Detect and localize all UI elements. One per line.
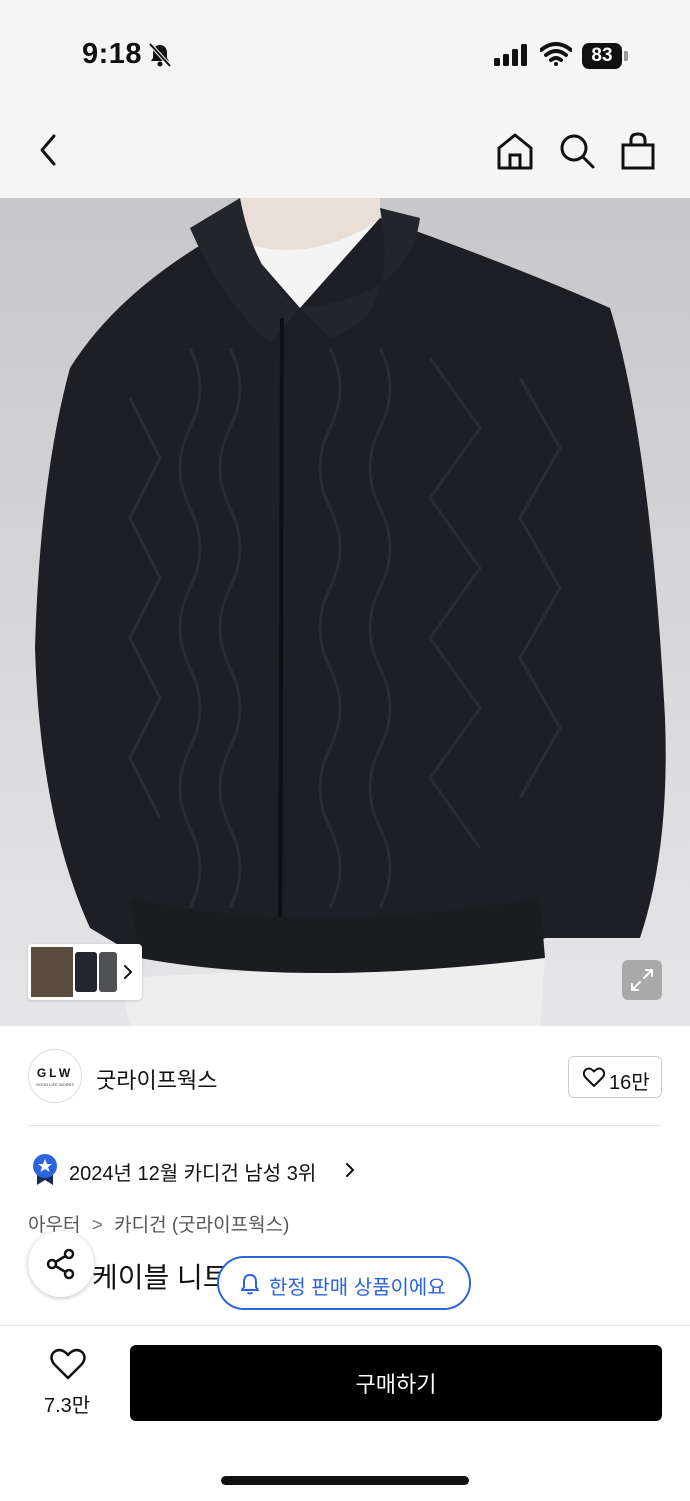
share-icon (46, 1248, 75, 1280)
brand-name[interactable]: 굿라이프웍스 (96, 1063, 217, 1095)
battery-tip (624, 51, 628, 61)
divider (28, 1125, 662, 1126)
home-icon[interactable] (496, 132, 534, 170)
thumbnail-strip[interactable] (28, 944, 142, 1000)
home-indicator (221, 1476, 469, 1485)
breadcrumb-separator: > (91, 1215, 103, 1236)
chevron-left-icon[interactable] (36, 132, 60, 168)
battery-indicator: 83 (582, 43, 622, 69)
buy-button[interactable]: 구매하기 (130, 1345, 662, 1421)
fullscreen-button[interactable] (622, 960, 662, 1000)
cardigan-photo (35, 198, 666, 1026)
ranking-badge-icon (33, 1154, 57, 1185)
wish-count: 7.3만 (44, 1395, 91, 1417)
expand-icon (631, 969, 653, 991)
brand-logo[interactable]: GLW GOOD LIFE WORKS (28, 1049, 82, 1103)
breadcrumb-item-cardigan[interactable]: 카디건 (굿라이프웍스) (114, 1215, 289, 1236)
wifi-icon (540, 42, 572, 66)
nav-bar (0, 100, 690, 198)
search-icon[interactable] (558, 132, 596, 170)
thumbnail-2[interactable] (75, 952, 97, 992)
limited-sale-text: 한정 판매 상품이에요 (269, 1277, 446, 1299)
chevron-right-icon[interactable] (123, 964, 133, 980)
cellular-signal-icon (494, 44, 527, 66)
heart-outline-icon[interactable] (50, 1348, 86, 1380)
ranking-text[interactable]: 2024년 12월 카디건 남성 3위 (69, 1157, 316, 1186)
status-time: 9:18 (82, 38, 143, 70)
brand-logo-subtext: GOOD LIFE WORKS (35, 1082, 74, 1087)
brand-logo-text: GLW (36, 1066, 74, 1080)
bell-icon (241, 1274, 259, 1295)
share-button[interactable] (28, 1231, 94, 1297)
heart-outline-icon (583, 1067, 605, 1087)
shopping-bag-icon[interactable] (620, 132, 656, 170)
product-image[interactable] (0, 198, 690, 1026)
status-bar: 9:18 83 (0, 0, 690, 100)
brand-like-count: 16만 (609, 1072, 650, 1094)
chevron-right-icon[interactable] (345, 1162, 355, 1178)
thumbnail-3[interactable] (99, 952, 117, 992)
thumbnail-1[interactable] (31, 947, 73, 997)
brand-like-button[interactable]: 16만 (568, 1056, 662, 1098)
product-title: 케이블 니트 (92, 1262, 229, 1293)
bell-off-icon (148, 42, 172, 68)
limited-sale-notice[interactable]: 한정 판매 상품이에요 (217, 1256, 471, 1310)
